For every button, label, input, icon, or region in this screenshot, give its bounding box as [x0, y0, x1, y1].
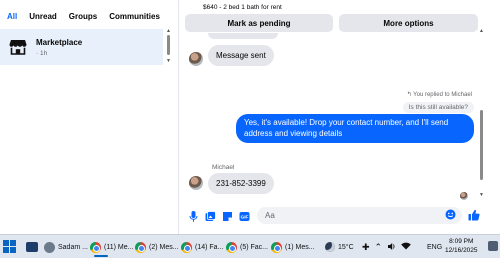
filter-unread[interactable]: Unread: [24, 8, 62, 25]
sticker-icon[interactable]: [221, 210, 233, 222]
messenger-app: All Unread Groups Communities Marketplac…: [0, 0, 500, 234]
avatar-app-icon: [44, 241, 55, 253]
chevron-up-icon[interactable]: ⌃: [375, 242, 383, 253]
chat-list-panel: All Unread Groups Communities Marketplac…: [0, 0, 178, 234]
scrollbar-thumb[interactable]: [167, 35, 170, 55]
reply-context-text: You replied to Michael: [413, 92, 472, 98]
previous-message-bubble: [208, 33, 278, 39]
video-app-icon: [26, 242, 38, 252]
outgoing-message-bubble: Yes, it's available! Drop your contact n…: [236, 114, 474, 143]
microphone-icon[interactable]: [187, 210, 199, 222]
filter-groups[interactable]: Groups: [64, 8, 102, 25]
contact-avatar[interactable]: [189, 52, 203, 66]
chat-filters: All Unread Groups Communities: [2, 6, 165, 26]
sender-name: Michael: [212, 164, 235, 171]
filter-all[interactable]: All: [2, 8, 22, 25]
thread-text: Marketplace · 1h: [36, 38, 82, 57]
taskbar-chrome-4[interactable]: (5) Fac...: [226, 237, 268, 257]
taskbar-chrome-3[interactable]: (14) Fa...: [181, 237, 223, 257]
scroll-up-arrow-icon[interactable]: ▲: [479, 28, 484, 34]
weather-moon-icon: [325, 242, 335, 252]
system-tray-icons: ✚ ⌃: [362, 235, 411, 259]
task-label: (2) Mes...: [149, 243, 179, 251]
scroll-up-arrow-icon[interactable]: ▲: [166, 28, 171, 34]
scroll-down-arrow-icon[interactable]: ▼: [166, 58, 171, 64]
reply-context-label: ↰ You replied to Michael: [407, 91, 472, 98]
speaker-icon[interactable]: [387, 242, 396, 253]
chrome-icon: [90, 241, 101, 253]
svg-text:GIF: GIF: [240, 214, 248, 219]
taskbar-chrome-1[interactable]: (11) Me...: [90, 237, 133, 257]
wifi-icon[interactable]: [401, 242, 411, 252]
clock-date: 12/16/2025: [445, 247, 478, 254]
taskbar-app-1[interactable]: [26, 237, 38, 257]
widgets-icon[interactable]: [488, 241, 498, 251]
task-label: (1) Mes...: [285, 243, 315, 251]
chrome-icon: [226, 241, 237, 253]
gif-icon[interactable]: GIF: [238, 210, 250, 222]
chrome-icon: [181, 241, 192, 253]
task-label: (11) Me...: [104, 243, 134, 251]
task-label: Sadam ...: [58, 243, 88, 251]
thread-time: · 1h: [36, 49, 48, 57]
taskbar-chrome-2[interactable]: (2) Mes...: [135, 237, 179, 257]
scrollbar-thumb[interactable]: [480, 110, 483, 180]
language-indicator[interactable]: ENG: [427, 235, 442, 259]
message-input-wrapper: [257, 207, 462, 224]
weather-temperature: 15°C: [338, 243, 354, 251]
message-input[interactable]: [265, 211, 435, 220]
message-sent-bubble: Message sent: [208, 45, 274, 66]
plus-icon[interactable]: ✚: [362, 242, 370, 253]
conversation-panel: $640 - 2 bed 1 bath for rent Mark as pen…: [178, 0, 484, 234]
storefront-icon: [3, 32, 33, 62]
filter-communities[interactable]: Communities: [104, 8, 165, 25]
thumbs-up-icon[interactable]: [468, 209, 480, 223]
weather-widget[interactable]: 15°C: [325, 235, 354, 259]
thread-marketplace[interactable]: Marketplace · 1h: [0, 29, 163, 65]
taskbar-app-sadam[interactable]: Sadam ...: [44, 237, 88, 257]
system-clock[interactable]: 8:09 PM 12/16/2025: [445, 237, 478, 255]
photo-icon[interactable]: [204, 210, 216, 222]
incoming-message-bubble: 231-852-3399: [208, 173, 274, 194]
clock-time: 8:09 PM: [449, 238, 474, 245]
mark-as-pending-button[interactable]: Mark as pending: [185, 14, 333, 32]
chat-list-scrollbar[interactable]: ▲ ▼: [166, 28, 171, 64]
task-label: (5) Fac...: [240, 243, 269, 251]
taskbar-chrome-5[interactable]: (1) Mes...: [271, 237, 315, 257]
thread-name: Marketplace: [36, 37, 83, 47]
message-composer: GIF: [179, 205, 485, 227]
seen-receipt-avatar: [460, 192, 468, 200]
scroll-down-arrow-icon[interactable]: ▼: [479, 192, 484, 198]
quoted-message[interactable]: Is this still available?: [402, 102, 474, 113]
emoji-icon[interactable]: [445, 209, 456, 222]
windows-taskbar: Sadam ... (11) Me... (2) Mes... (14) Fa.…: [0, 234, 500, 258]
windows-start-icon[interactable]: [3, 240, 16, 255]
contact-avatar[interactable]: [189, 176, 203, 190]
chrome-icon: [271, 241, 282, 253]
task-label: (14) Fa...: [195, 243, 224, 251]
listing-summary: $640 - 2 bed 1 bath for rent: [203, 4, 282, 11]
more-options-button[interactable]: More options: [339, 14, 478, 32]
conversation-scrollbar[interactable]: ▲ ▼: [479, 28, 484, 198]
chrome-icon: [135, 241, 146, 253]
